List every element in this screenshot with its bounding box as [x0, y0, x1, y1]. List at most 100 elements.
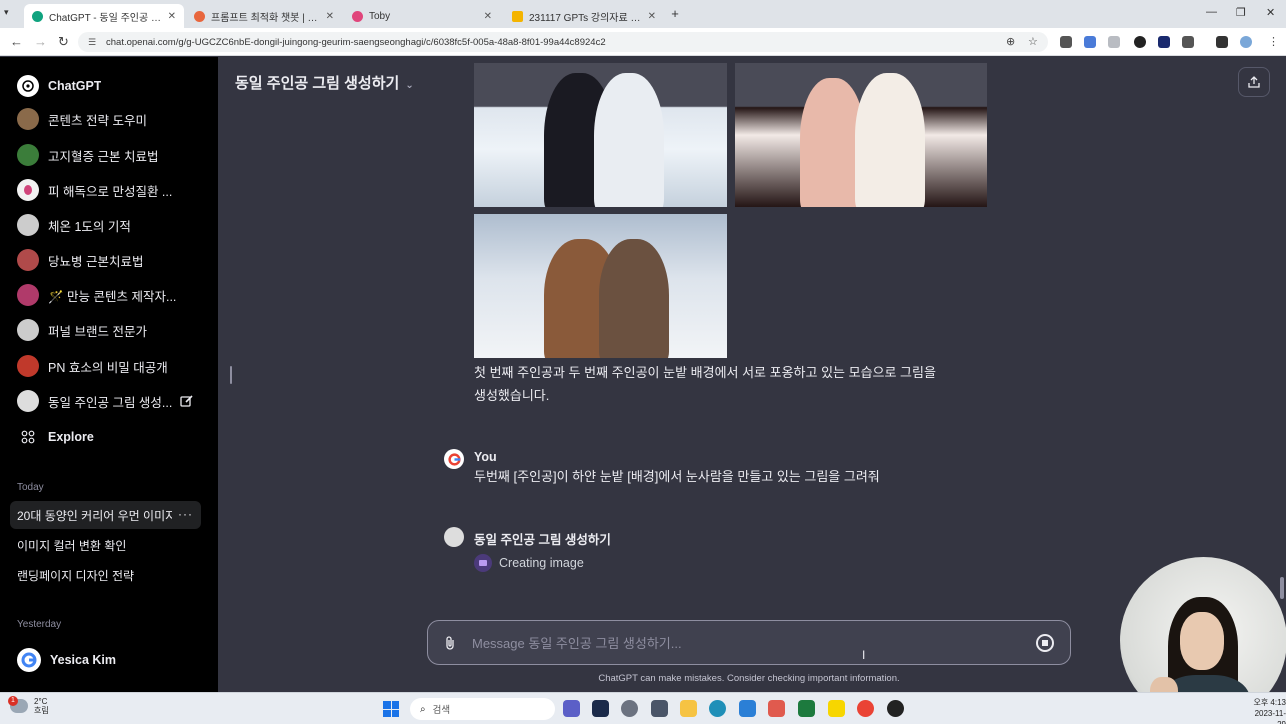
history-item[interactable]: 이미지 컬러 변환 확인	[10, 531, 201, 559]
address-bar[interactable]: ☰ chat.openai.com/g/g-UGCZC6nbE-dongil-j…	[78, 32, 1048, 52]
back-arrow-icon[interactable]: ←	[10, 34, 23, 49]
attach-icon[interactable]	[444, 635, 456, 656]
browser-tab[interactable]: ChatGPT - 동일 주인공 그림 생 ✕	[24, 4, 184, 28]
sidebar-gpt-item[interactable]: 고지혈증 근본 치료법	[12, 140, 210, 170]
sidebar-resize-handle[interactable]	[230, 366, 232, 384]
zoom-icon[interactable]: ⊕	[1006, 35, 1015, 48]
share-icon	[1248, 76, 1260, 88]
sidebar-gpt-item[interactable]: 피 해독으로 만성질환 ...	[12, 175, 210, 205]
grid-icon	[17, 426, 39, 448]
gpt-avatar	[17, 214, 39, 236]
history-item[interactable]: 랜딩페이지 디자인 전략	[10, 561, 201, 589]
close-icon[interactable]: ✕	[648, 11, 656, 22]
extension-icon[interactable]	[1158, 36, 1170, 48]
maximize-button[interactable]: ❐	[1236, 6, 1246, 19]
extension-icon[interactable]	[1134, 36, 1146, 48]
sidebar-gpt-item[interactable]: 콘텐츠 전략 도우미	[12, 104, 210, 134]
message-sender: 동일 주인공 그림 생성하기	[474, 533, 611, 547]
gpt-avatar	[17, 108, 39, 130]
text-cursor: I	[862, 648, 866, 662]
app-icon[interactable]	[592, 700, 609, 717]
sidebar-gpt-item[interactable]: 당뇨병 근본치료법	[12, 245, 210, 275]
sidebar: ChatGPT 콘텐츠 전략 도우미 고지혈증 근본 치료법 피 해독으로 만성…	[0, 57, 218, 692]
sidebar-gpt-item[interactable]: 체온 1도의 기적	[12, 210, 210, 240]
slides-favicon-icon	[512, 10, 523, 22]
cloud-icon: 1	[8, 696, 28, 713]
gpt-avatar	[17, 319, 39, 341]
model-selector[interactable]: 동일 주인공 그림 생성하기 ⌄	[235, 72, 414, 93]
speaker-icon[interactable]	[1060, 36, 1072, 48]
stop-generating-button[interactable]	[1036, 634, 1054, 652]
reload-icon[interactable]: ↻	[58, 34, 69, 50]
browser-toolbar: ← → ↻ ☰ chat.openai.com/g/g-UGCZC6nbE-do…	[0, 28, 1286, 56]
sidebar-gpt-item[interactable]: 🪄 만능 콘텐츠 제작자...	[12, 280, 210, 310]
creating-image-status: Creating image	[474, 554, 584, 572]
file-explorer-icon[interactable]	[680, 700, 697, 717]
chatgpt-favicon-icon	[32, 10, 43, 22]
close-icon[interactable]: ✕	[168, 11, 176, 22]
window-close-button[interactable]: ✕	[1266, 6, 1275, 19]
system-clock[interactable]: 오후 4:13 2023-11-29	[1250, 697, 1286, 724]
url-text: chat.openai.com/g/g-UGCZC6nbE-dongil-jui…	[106, 36, 606, 48]
disclaimer: ChatGPT can make mistakes. Consider chec…	[598, 673, 900, 684]
kakaotalk-icon[interactable]	[828, 700, 845, 717]
assistant-message: 첫 번째 주인공과 두 번째 주인공이 눈밭 배경에서 서로 포옹하고 있는 모…	[474, 365, 936, 403]
gpters-favicon-icon	[194, 10, 205, 22]
puzzle-icon[interactable]	[1182, 36, 1194, 48]
taskbar: 1 2°C흐림 ⌕ 검색 오후 4:13 2023-11-29	[0, 692, 1286, 724]
more-menu-icon[interactable]: ⋮	[1268, 35, 1279, 48]
sidebar-gpt-item[interactable]: PN 효소의 비밀 대공개	[12, 351, 210, 381]
message-input[interactable]	[472, 632, 1012, 654]
chat-app-icon[interactable]	[563, 700, 580, 717]
sidebar-explore[interactable]: Explore	[12, 422, 210, 452]
chevron-down-icon: ⌄	[405, 80, 414, 91]
google-avatar-icon	[17, 648, 41, 672]
share-button[interactable]	[1238, 67, 1270, 97]
gpt-avatar	[17, 390, 39, 412]
edge-icon[interactable]	[709, 700, 726, 717]
forward-arrow-icon[interactable]: →	[34, 34, 47, 49]
windows-start-icon[interactable]	[383, 701, 399, 717]
close-icon[interactable]: ✕	[326, 11, 334, 22]
new-tab-button[interactable]: +	[667, 6, 683, 22]
figure-shape	[599, 239, 669, 358]
generated-image[interactable]	[474, 63, 727, 207]
generated-image[interactable]	[474, 214, 727, 358]
edit-icon[interactable]	[180, 394, 194, 413]
figure-shape	[594, 73, 664, 207]
chrome-icon[interactable]	[857, 700, 874, 717]
excel-icon[interactable]	[798, 700, 815, 717]
taskbar-search[interactable]: ⌕ 검색	[410, 698, 555, 720]
user-profile[interactable]: Yesica Kim	[12, 645, 210, 675]
user-message: 두번째 [주인공]이 하얀 눈밭 [배경]에서 눈사람을 만들고 있는 그림을 …	[474, 469, 880, 484]
snipping-tool-icon[interactable]	[768, 700, 785, 717]
scrollbar[interactable]	[1280, 577, 1284, 599]
sidebar-gpt-item[interactable]: 퍼널 브랜드 전문가	[12, 315, 210, 345]
sidepanel-icon[interactable]	[1216, 36, 1228, 48]
profile-avatar[interactable]	[1240, 36, 1252, 48]
weather-widget[interactable]: 1 2°C 흐림	[8, 696, 49, 715]
bookmark-star-icon[interactable]: ☆	[1028, 35, 1038, 48]
browser-tab[interactable]: 231117 GPTs 강의자료 - Goog ✕	[504, 4, 664, 28]
close-icon[interactable]: ✕	[484, 11, 492, 22]
translate-icon[interactable]	[1084, 36, 1096, 48]
browser-tab[interactable]: 프롬프트 최적화 챗봇 | GPTers ✕	[186, 4, 342, 28]
minimize-button[interactable]: —	[1206, 6, 1217, 18]
history-item[interactable]: 20대 동양인 커리어 우먼 이미지 ···	[10, 501, 201, 529]
extension-icon[interactable]	[1108, 36, 1120, 48]
section-label-today: Today	[17, 482, 44, 493]
gpt-avatar	[17, 355, 39, 377]
browser-tab[interactable]: Toby ✕	[344, 4, 500, 28]
notes-icon[interactable]	[739, 700, 756, 717]
generated-image[interactable]	[735, 63, 987, 207]
sidebar-new-chat[interactable]: ChatGPT	[12, 71, 210, 101]
site-info-icon[interactable]: ☰	[88, 37, 98, 47]
gpt-avatar	[17, 179, 39, 201]
webcam-face	[1180, 612, 1224, 670]
section-label-yesterday: Yesterday	[17, 619, 62, 630]
tab-search-dropdown[interactable]: ▾	[4, 7, 9, 18]
app-icon[interactable]	[887, 700, 904, 717]
calculator-icon[interactable]	[651, 700, 668, 717]
more-options-icon[interactable]: ···	[178, 507, 193, 521]
settings-icon[interactable]	[621, 700, 638, 717]
